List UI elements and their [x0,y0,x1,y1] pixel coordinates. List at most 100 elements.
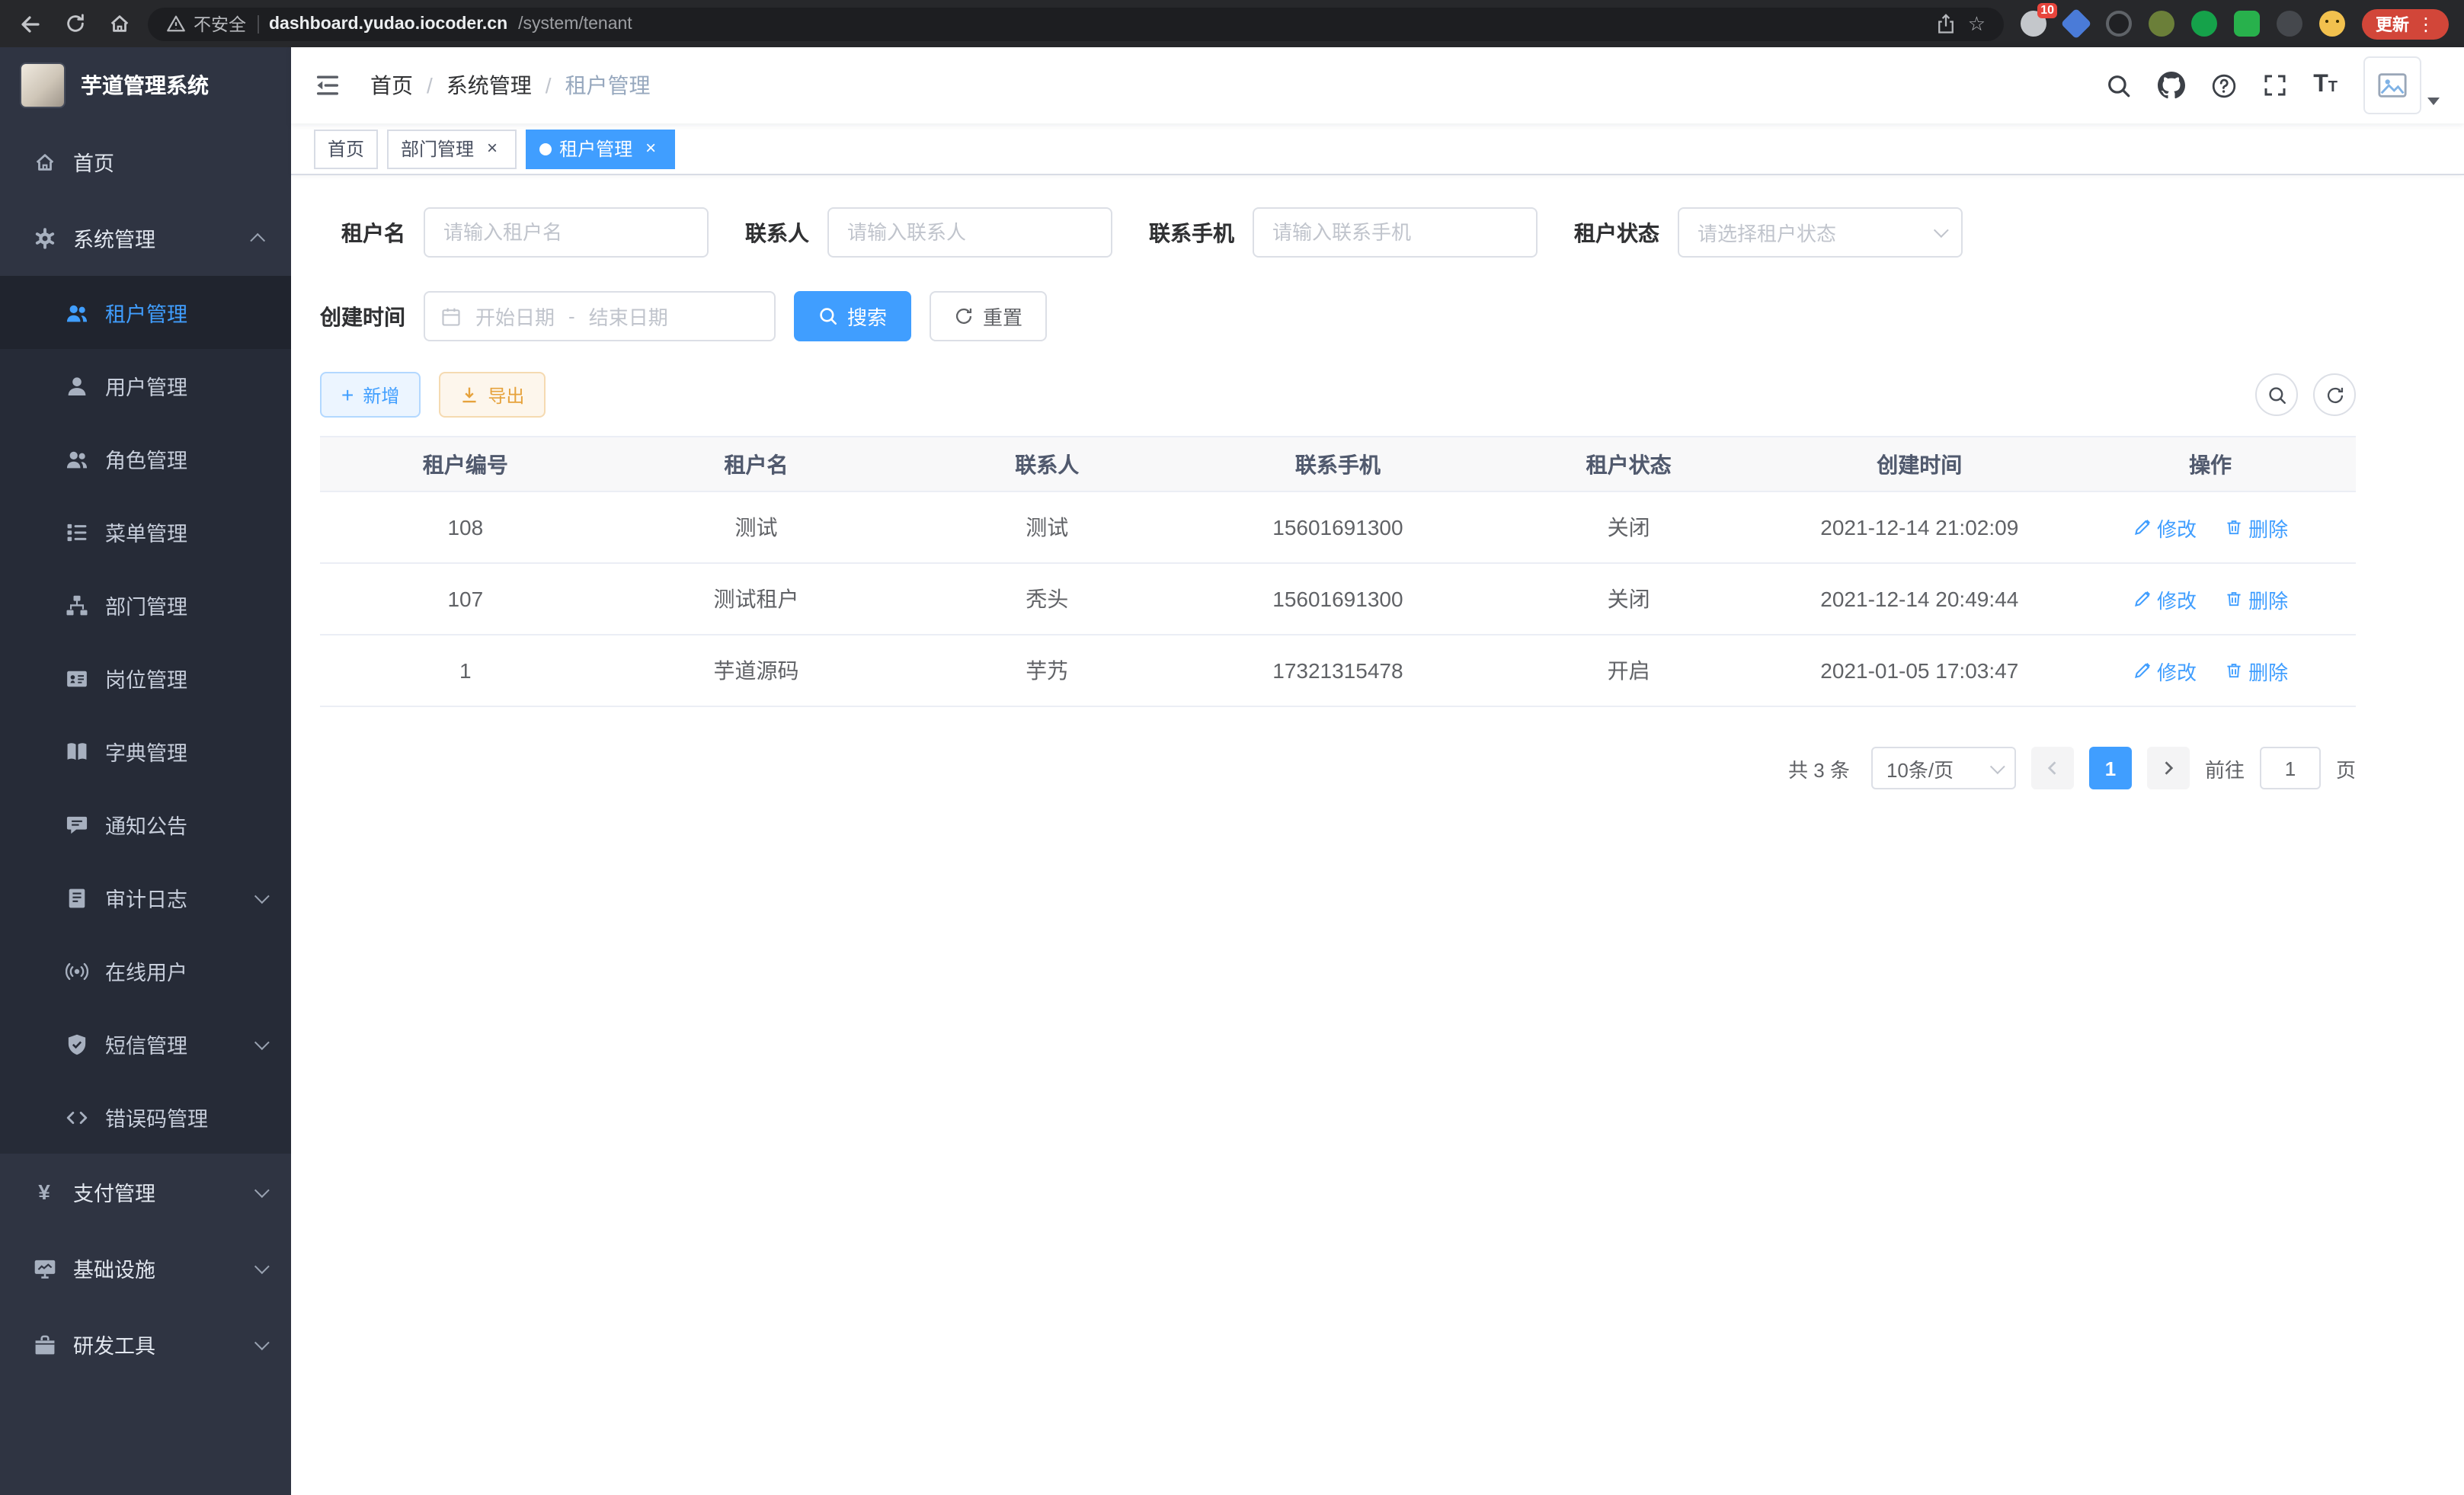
yen-icon: ¥ [32,1180,56,1204]
sidebar-item-dev-tools[interactable]: 研发工具 [0,1306,291,1382]
sidebar-item-post[interactable]: 岗位管理 [0,642,291,715]
cell-created: 2021-12-14 20:49:44 [1774,563,2065,635]
export-button[interactable]: 导出 [439,372,546,418]
header-search-button[interactable] [2106,72,2132,98]
sidebar-item-audit-log[interactable]: 审计日志 [0,861,291,934]
sidebar-item-notice[interactable]: 通知公告 [0,788,291,861]
sidebar-item-menu[interactable]: 菜单管理 [0,495,291,568]
extension-icon-4[interactable] [2149,11,2174,37]
prev-page-button[interactable] [2031,747,2074,789]
fullscreen-button[interactable] [2263,73,2287,98]
refresh-table-button[interactable] [2313,373,2356,416]
sidebar-item-error-code[interactable]: 错误码管理 [0,1080,291,1154]
main-area: 首页 / 系统管理 / 租户管理 [291,47,2464,1495]
page-content: 租户名 联系人 联系手机 租户状态 请选择租户状态 [291,175,2464,1495]
logo-avatar-image [20,62,66,108]
browser-reload-button[interactable] [59,8,90,39]
sidebar-collapse-button[interactable] [291,47,364,123]
fullscreen-icon [2263,73,2287,98]
sidebar-item-label: 岗位管理 [105,663,187,693]
edit-label: 修改 [2157,513,2197,542]
tenant-name-input[interactable] [424,207,709,258]
status-select[interactable]: 请选择租户状态 [1678,207,1963,258]
column-header-name: 租户名 [611,437,902,491]
security-chip[interactable]: 不安全 [166,11,246,36]
page-number-button[interactable]: 1 [2089,747,2132,789]
sidebar-item-sms[interactable]: 短信管理 [0,1007,291,1080]
question-circle-icon [2211,72,2237,98]
close-icon[interactable]: × [640,138,661,159]
font-size-button[interactable]: TT [2313,72,2338,99]
add-button-label: 新增 [363,382,399,408]
sidebar-item-online-users[interactable]: 在线用户 [0,934,291,1007]
edit-link[interactable]: 修改 [2133,656,2197,685]
breadcrumb-home[interactable]: 首页 [370,70,413,101]
tab-home[interactable]: 首页 [314,129,378,168]
profile-avatar-icon[interactable] [2319,11,2345,37]
cell-status: 关闭 [1483,491,1774,563]
sidebar-item-tenant[interactable]: 租户管理 [0,276,291,349]
sidebar-item-infrastructure[interactable]: 基础设施 [0,1230,291,1306]
filter-status: 租户状态 请选择租户状态 [1574,207,1963,258]
cell-phone: 17321315478 [1192,635,1483,706]
phone-input[interactable] [1253,207,1538,258]
sidebar-logo[interactable]: 芋道管理系统 [0,47,291,123]
add-button[interactable]: + 新增 [320,372,421,418]
sidebar-item-system[interactable]: 系统管理 [0,200,291,276]
close-icon[interactable]: × [482,138,503,159]
filter-contact: 联系人 [745,207,1112,258]
app-title: 芋道管理系统 [81,70,209,101]
browser-back-button[interactable] [15,8,46,39]
help-button[interactable] [2211,72,2237,98]
tab-tenant[interactable]: 租户管理 × [526,129,675,168]
extension-icon-1[interactable]: 10 [2021,11,2046,37]
tab-dept[interactable]: 部门管理 × [387,129,517,168]
edit-link[interactable]: 修改 [2133,584,2197,613]
gear-icon [32,226,56,250]
browser-update-button[interactable]: 更新 ⋮ [2362,8,2449,39]
trash-icon [2224,661,2242,680]
address-bar[interactable]: 不安全 dashboard.yudao.iocoder.cn/system/te… [148,7,2004,40]
extension-icon-2[interactable] [2061,8,2092,40]
back-arrow-icon [18,11,43,36]
sidebar-item-dept[interactable]: 部门管理 [0,568,291,642]
bookmark-star-icon[interactable]: ☆ [1968,14,1986,34]
sidebar-item-label: 租户管理 [105,297,187,328]
extension-icon-3[interactable] [2106,11,2132,37]
sidebar-item-label: 短信管理 [105,1029,187,1059]
search-button[interactable]: 搜索 [794,291,911,341]
sidebar-item-payment[interactable]: ¥ 支付管理 [0,1154,291,1230]
user-menu[interactable] [2363,56,2440,114]
extension-icon-5[interactable] [2191,11,2217,37]
reset-button[interactable]: 重置 [930,291,1047,341]
column-header-created: 创建时间 [1774,437,2065,491]
extension-icon-6[interactable] [2234,11,2260,37]
delete-label: 删除 [2248,656,2288,685]
page-size-select[interactable]: 10条/页 [1871,747,2016,789]
share-button[interactable] [1936,13,1957,34]
search-button-label: 搜索 [847,302,887,331]
column-header-status: 租户状态 [1483,437,1774,491]
delete-link[interactable]: 删除 [2224,513,2288,542]
date-range-picker[interactable]: 开始日期 - 结束日期 [424,291,776,341]
sidebar-item-user[interactable]: 用户管理 [0,349,291,422]
browser-home-button[interactable] [104,8,134,39]
goto-page-input[interactable] [2260,747,2321,789]
sidebar-item-dict[interactable]: 字典管理 [0,715,291,788]
sidebar-item-role[interactable]: 角色管理 [0,422,291,495]
delete-link[interactable]: 删除 [2224,656,2288,685]
breadcrumb-system[interactable]: 系统管理 [446,70,532,101]
cell-contact: 秃头 [901,563,1192,635]
cell-status: 关闭 [1483,563,1774,635]
contact-input[interactable] [827,207,1112,258]
cell-contact: 芋艿 [901,635,1192,706]
toggle-search-button[interactable] [2255,373,2298,416]
sidebar-item-home[interactable]: 首页 [0,123,291,200]
search-icon [2267,385,2286,405]
github-button[interactable] [2158,72,2185,99]
next-page-button[interactable] [2147,747,2190,789]
edit-link[interactable]: 修改 [2133,513,2197,542]
extensions-puzzle-icon[interactable] [2277,11,2302,37]
delete-link[interactable]: 删除 [2224,584,2288,613]
sidebar-item-label: 系统管理 [73,222,155,253]
